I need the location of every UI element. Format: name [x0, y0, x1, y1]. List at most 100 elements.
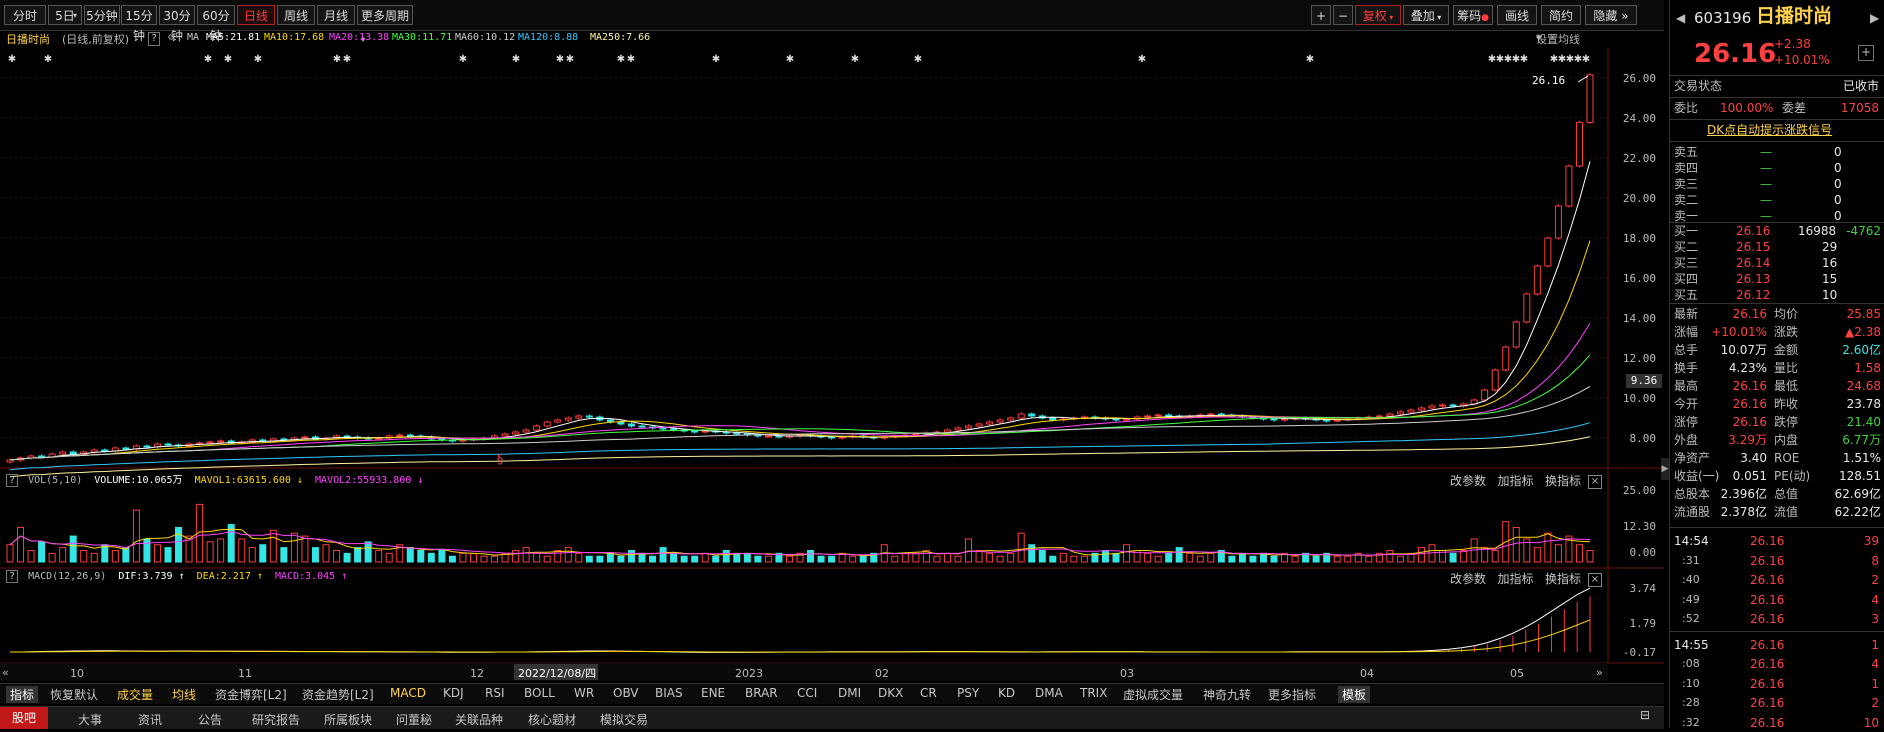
tab-cci[interactable]: CCI — [797, 686, 817, 700]
stat-value: 26.16 — [1732, 379, 1767, 393]
period-button-60min[interactable]: 60分钟 — [197, 5, 235, 43]
candle-body — [1333, 419, 1341, 422]
tick-volume: 1 — [1871, 676, 1879, 691]
volume-bar — [1165, 552, 1173, 563]
stat-value: +10.01% — [1711, 325, 1767, 339]
candle-body — [1491, 369, 1499, 391]
period-button-monthly[interactable]: 月线 — [317, 5, 355, 25]
tab-ene[interactable]: ENE — [701, 686, 725, 700]
tab-boll[interactable]: BOLL — [524, 686, 555, 700]
tick-volume: 10 — [1863, 715, 1879, 730]
prev-stock-icon[interactable]: ◀ — [1676, 9, 1685, 27]
tab-rsi[interactable]: RSI — [485, 686, 505, 700]
tab-wr[interactable]: WR — [574, 686, 594, 700]
tick-volume: 8 — [1871, 553, 1879, 568]
chart-area[interactable]: ✱ ✱ ✱ ✱ ✱ ✱ ✱ ✱ ✱ ✱ ✱ ✱ ✱ ✱ ✱ ✱ ✱ ✱ ✱ ✱ ✱ ✱ ✱ ✱ ✱ ✱ ✱ ✱ ✱ 26.0024.00… — [0, 48, 1664, 683]
gear-icon[interactable]: ⚙ — [168, 32, 174, 43]
stat-row: 涨停 26.16 跌停 21.40 — [1670, 413, 1884, 431]
tab-capital-trend[interactable]: 资金趋势[L2] — [302, 686, 374, 703]
dk-signal-link[interactable]: DK点自动提示涨跌信号 — [1707, 121, 1832, 139]
volume-bar — [1365, 555, 1373, 563]
low-price-marker: § — [497, 452, 503, 466]
tab-more-indicators[interactable]: 更多指标 — [1268, 686, 1316, 703]
volume-bar — [175, 526, 183, 563]
macd-switch-indicator-button[interactable]: 换指标 — [1545, 572, 1581, 586]
tab-cr[interactable]: CR — [920, 686, 937, 700]
period-button-more[interactable]: 更多周期 ▾ — [357, 5, 413, 44]
tab-dkx[interactable]: DKX — [878, 686, 903, 700]
macd-help-button[interactable]: ? — [6, 570, 19, 583]
tab-events[interactable]: 大事 — [78, 711, 102, 728]
simple-button[interactable]: 简约 — [1541, 5, 1581, 25]
volume-ma-line — [9, 528, 1591, 557]
tick-price: 26.16 — [1750, 612, 1785, 626]
tick-volume: 3 — [1871, 612, 1879, 626]
tab-research-reports[interactable]: 研究报告 — [252, 711, 300, 728]
period-button-5min[interactable]: 5分钟 — [84, 5, 120, 25]
adjust-button[interactable]: 复权 ▾ — [1355, 5, 1401, 25]
ask5-volume: 0 — [1834, 145, 1842, 159]
chips-button[interactable]: 筹码● — [1453, 5, 1493, 25]
collapse-panel-handle[interactable]: ▶ — [1661, 458, 1669, 480]
drawing-button[interactable]: 画线 — [1497, 5, 1537, 25]
next-stock-icon[interactable]: ▶ — [1870, 9, 1879, 27]
tab-ma[interactable]: 均线 — [172, 686, 196, 703]
volume-bar — [1059, 552, 1067, 563]
zoom-out-button[interactable]: − — [1333, 5, 1353, 25]
minimize-icon[interactable]: ⊟ — [1640, 708, 1650, 722]
double-chevron-right-icon: » — [1617, 9, 1629, 23]
bid4-price: 26.13 — [1736, 272, 1771, 286]
tab-volume[interactable]: 成交量 — [117, 686, 153, 703]
tab-restore-default[interactable]: 恢复默认 — [50, 686, 98, 703]
volume-switch-indicator-button[interactable]: 换指标 — [1545, 474, 1581, 488]
ma-settings-button[interactable]: 设置均线 ▾ — [1536, 31, 1580, 46]
period-button-daily[interactable]: 日线 — [237, 5, 275, 25]
ma120-value: MA120:8.88 — [518, 32, 579, 43]
tab-virtual-volume[interactable]: 虚拟成交量 — [1123, 686, 1183, 703]
volume-add-indicator-button[interactable]: 加指标 — [1497, 474, 1533, 488]
bid2-volume: 29 — [1822, 240, 1838, 254]
tab-indicator[interactable]: 指标 — [6, 686, 39, 703]
tab-core-themes[interactable]: 核心题材 — [528, 711, 576, 728]
tab-kd[interactable]: KD — [998, 686, 1015, 700]
stat-label: 内盘 — [1774, 433, 1799, 447]
tab-kdj[interactable]: KDJ — [443, 686, 464, 700]
tab-template[interactable]: 模板 — [1338, 686, 1371, 703]
candle-body — [1449, 404, 1457, 407]
add-watchlist-icon[interactable]: + — [1858, 45, 1874, 61]
volume-tick-label: 25.00 — [1623, 484, 1656, 497]
tab-ask-secretary[interactable]: 问董秘 — [396, 711, 432, 728]
macd-add-indicator-button[interactable]: 加指标 — [1497, 572, 1533, 586]
tab-psy[interactable]: PSY — [957, 686, 979, 700]
zoom-in-button[interactable]: + — [1311, 5, 1331, 25]
volume-close-icon[interactable]: × — [1588, 475, 1602, 489]
tab-bias[interactable]: BIAS — [655, 686, 683, 700]
tab-obv[interactable]: OBV — [613, 686, 639, 700]
period-button-30min[interactable]: 30分钟 — [159, 5, 195, 43]
period-button-weekly[interactable]: 周线 — [277, 5, 315, 25]
tab-simulated-trading[interactable]: 模拟交易 — [600, 711, 648, 728]
tick-volume: 2 — [1871, 573, 1879, 587]
tab-trix[interactable]: TRIX — [1080, 686, 1107, 700]
help-button[interactable]: ? — [148, 32, 161, 46]
tab-announcements[interactable]: 公告 — [198, 711, 222, 728]
overlay-button[interactable]: 叠加 ▾ — [1403, 5, 1449, 25]
tab-guba[interactable]: 股吧 — [0, 707, 49, 729]
tab-capital-game[interactable]: 资金博弈[L2] — [215, 686, 287, 703]
macd-edit-params-button[interactable]: 改参数 — [1450, 572, 1486, 586]
macd-close-icon[interactable]: × — [1588, 573, 1602, 587]
tab-dmi[interactable]: DMI — [838, 686, 861, 700]
ma5-line — [9, 161, 1591, 461]
tab-macd[interactable]: MACD — [390, 686, 426, 700]
tab-brar[interactable]: BRAR — [745, 686, 778, 700]
tab-news[interactable]: 资讯 — [138, 711, 162, 728]
volume-edit-params-button[interactable]: 改参数 — [1450, 474, 1486, 488]
tab-dma[interactable]: DMA — [1035, 686, 1063, 700]
tab-related-products[interactable]: 关联品种 — [455, 711, 503, 728]
period-button-minute[interactable]: 分时 — [4, 5, 46, 25]
period-button-15min[interactable]: 15分钟 — [121, 5, 157, 43]
hide-button[interactable]: 隐藏 » — [1585, 5, 1637, 25]
tab-sectors[interactable]: 所属板块 — [324, 711, 372, 728]
tab-magic-nine[interactable]: 神奇九转 — [1203, 686, 1251, 703]
volume-help-button[interactable]: ? — [6, 474, 19, 487]
